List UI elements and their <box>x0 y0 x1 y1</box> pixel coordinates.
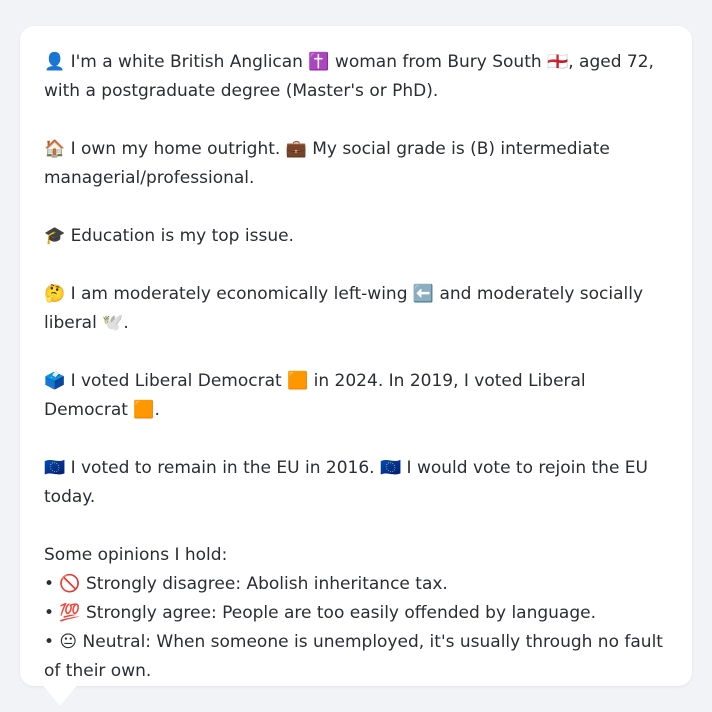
ideology-paragraph: 🤔 I am moderately economically left-wing… <box>44 284 644 333</box>
voting-history-paragraph: 🗳️ I voted Liberal Democrat 🟧 in 2024. I… <box>44 371 586 420</box>
opinions-title: Some opinions I hold: <box>44 545 228 565</box>
opinion-item: • 🚫 Strongly disagree: Abolish inheritan… <box>44 574 448 594</box>
opinion-item: • 😐 Neutral: When someone is unemployed,… <box>44 632 663 681</box>
housing-paragraph: 🏠 I own my home outright. 💼 My social gr… <box>44 139 610 188</box>
eu-paragraph: 🇪🇺 I voted to remain in the EU in 2016. … <box>44 458 648 507</box>
identity-paragraph: 👤 I'm a white British Anglican ✝️ woman … <box>44 52 654 101</box>
profile-message-bubble: 👤 I'm a white British Anglican ✝️ woman … <box>20 26 692 686</box>
opinion-item: • 💯 Strongly agree: People are too easil… <box>44 603 596 623</box>
top-issue-paragraph: 🎓 Education is my top issue. <box>44 226 294 246</box>
bubble-tail <box>42 684 78 706</box>
opinions-list: • 🚫 Strongly disagree: Abolish inheritan… <box>44 570 668 686</box>
